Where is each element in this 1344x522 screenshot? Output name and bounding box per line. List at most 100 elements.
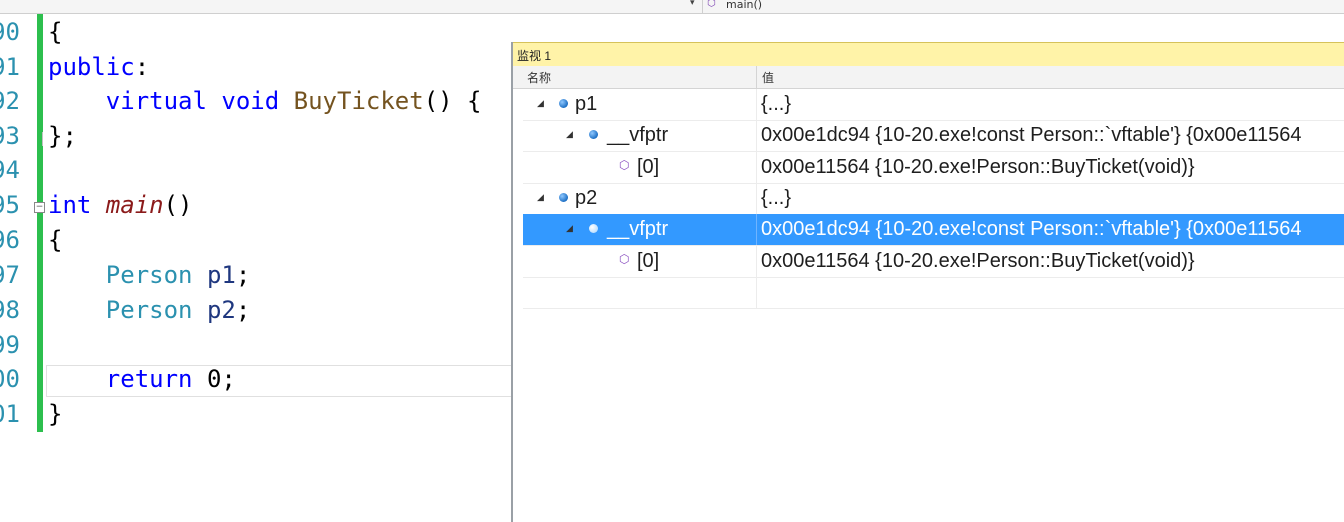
column-divider xyxy=(756,183,757,214)
expand-toggle-icon[interactable]: ◢ xyxy=(537,192,544,203)
code-line[interactable]: 01} xyxy=(0,397,512,431)
watch-row[interactable]: ◢ p2 {...} xyxy=(523,183,1344,215)
expand-toggle-icon[interactable]: ◢ xyxy=(566,223,573,234)
code-line[interactable]: 92 virtual void BuyTicket() { xyxy=(0,84,512,118)
object-icon xyxy=(559,99,568,108)
code-token: BuyTicket xyxy=(293,87,424,115)
watch-row[interactable]: ⬡ [0] 0x00e11564 {10-20.exe!Person::BuyTic… xyxy=(523,246,1344,278)
line-number: 92 xyxy=(0,87,20,115)
code-text: Person p2; xyxy=(48,293,251,327)
watch-value[interactable]: 0x00e1dc94 {10-20.exe!const Person::`vft… xyxy=(761,124,1302,147)
dropdown-arrow-icon[interactable]: ▾ xyxy=(690,0,695,8)
column-divider xyxy=(756,214,757,245)
watch-row-empty[interactable] xyxy=(523,277,1344,309)
watch-name[interactable]: [0] xyxy=(637,250,659,273)
column-divider[interactable] xyxy=(756,66,757,88)
column-divider xyxy=(756,277,757,308)
code-line[interactable]: 91 public: xyxy=(0,50,512,84)
watch-column-header: 名称 值 xyxy=(513,66,1344,89)
code-line[interactable]: 98 Person p2; xyxy=(0,293,512,327)
line-number: 99 xyxy=(0,331,20,359)
watch-row[interactable]: ◢ __vfptr 0x00e1dc94 {10-20.exe!const Pers… xyxy=(523,120,1344,152)
watch-value[interactable]: {...} xyxy=(761,187,791,210)
code-text: }; xyxy=(48,119,77,153)
code-line[interactable]: 90 { xyxy=(0,15,512,49)
code-token: int xyxy=(48,191,92,219)
code-token: } xyxy=(48,400,63,428)
code-line[interactable]: 00 return 0; xyxy=(0,362,512,396)
collapse-toggle-icon[interactable]: − xyxy=(34,202,45,213)
function-icon: ⬡ xyxy=(619,158,630,172)
code-text: { xyxy=(48,15,62,49)
code-text: virtual void BuyTicket() { xyxy=(48,84,482,118)
watch-name[interactable]: [0] xyxy=(637,156,659,179)
watch-row[interactable]: ⬡ [0] 0x00e11564 {10-20.exe!Person::BuyTic… xyxy=(523,152,1344,184)
code-token: () xyxy=(163,191,193,219)
code-text: Person p1; xyxy=(48,258,251,292)
expand-toggle-icon[interactable]: ◢ xyxy=(537,98,544,109)
code-line[interactable]: 97 Person p1; xyxy=(0,258,512,292)
watch-value[interactable]: 0x00e11564 {10-20.exe!Person::BuyTicket(… xyxy=(761,156,1195,179)
watch-window: 监视 1 名称 值 ◢ p1 {...} ◢ __vfptr 0x00e1dc94 {10… xyxy=(511,42,1344,522)
column-divider xyxy=(756,152,757,183)
watch-row[interactable]: ◢ p1 {...} xyxy=(523,89,1344,121)
line-number: 00 xyxy=(0,365,20,393)
watch-value[interactable]: {...} xyxy=(761,93,791,116)
line-number: 98 xyxy=(0,296,20,324)
code-text: int main() xyxy=(48,188,193,222)
code-text: { xyxy=(48,223,62,257)
code-text: return 0; xyxy=(48,362,236,396)
code-token: public xyxy=(48,53,135,81)
divider xyxy=(702,0,703,13)
function-icon: ⬡ xyxy=(619,252,630,266)
code-line[interactable]: 96 { xyxy=(0,223,512,257)
object-icon xyxy=(589,224,598,233)
expand-toggle-icon[interactable]: ◢ xyxy=(566,129,573,140)
line-number: 94 xyxy=(0,156,20,184)
function-icon: ⬡ xyxy=(707,0,716,9)
watch-window-title-bar[interactable]: 监视 1 xyxy=(513,42,1344,67)
code-token: { xyxy=(48,226,63,254)
column-divider xyxy=(756,246,757,277)
watch-name[interactable]: __vfptr xyxy=(607,124,668,147)
column-header-value[interactable]: 值 xyxy=(762,69,774,86)
code-line[interactable]: 99 xyxy=(0,328,512,362)
code-token: Person xyxy=(105,296,193,324)
column-header-name[interactable]: 名称 xyxy=(527,69,551,86)
code-line[interactable]: 93}; xyxy=(0,119,512,153)
line-number: 90 xyxy=(0,18,20,46)
line-number: 93 xyxy=(0,122,20,150)
code-token: : xyxy=(134,53,150,81)
watch-name[interactable]: p1 xyxy=(575,93,597,116)
code-token: virtual xyxy=(105,87,207,115)
code-token: return xyxy=(105,365,193,393)
watch-name[interactable]: __vfptr xyxy=(607,218,668,241)
column-divider xyxy=(756,89,757,120)
line-number: 95 xyxy=(0,191,20,219)
code-token: ; xyxy=(235,261,251,289)
code-token: { xyxy=(48,18,63,46)
line-number: 91 xyxy=(0,53,20,81)
code-token: p1 xyxy=(206,261,236,289)
code-line[interactable]: 95 int main() xyxy=(0,188,512,222)
code-editor[interactable]: 90 {91 public: 92 virtual void BuyTicket() … xyxy=(0,14,512,522)
function-selector[interactable]: main() xyxy=(726,0,762,11)
code-token: main xyxy=(105,191,164,219)
code-line[interactable]: 94 xyxy=(0,153,512,187)
watch-row[interactable]: ◢ __vfptr 0x00e1dc94 {10-20.exe!const Pers… xyxy=(523,214,1344,246)
code-token: }; xyxy=(48,122,77,150)
object-icon xyxy=(589,130,598,139)
watch-value[interactable]: 0x00e1dc94 {10-20.exe!const Person::`vft… xyxy=(761,218,1302,241)
watch-name[interactable]: p2 xyxy=(575,187,597,210)
object-icon xyxy=(559,193,568,202)
code-token: Person xyxy=(105,261,193,289)
line-number: 96 xyxy=(0,226,20,254)
watch-value[interactable]: 0x00e11564 {10-20.exe!Person::BuyTicket(… xyxy=(761,250,1195,273)
